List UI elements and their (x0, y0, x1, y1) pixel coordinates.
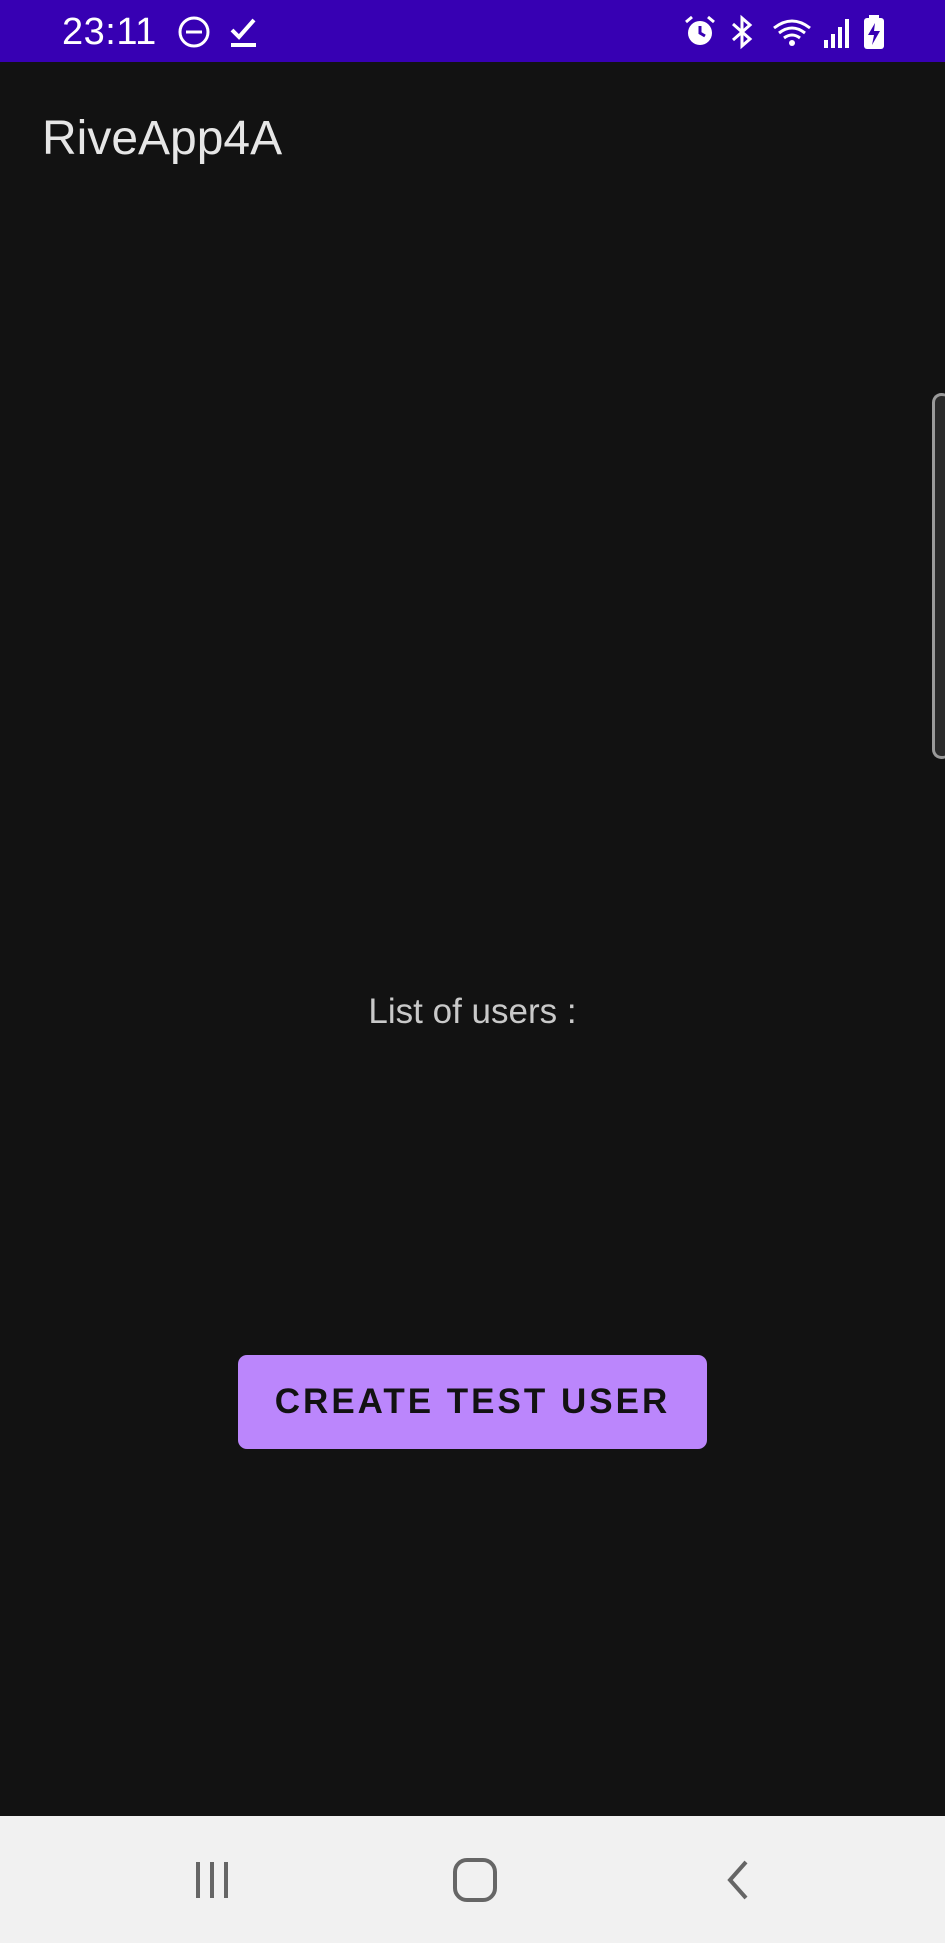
users-list-label: List of users : (368, 992, 577, 1031)
do-not-disturb-icon (178, 16, 210, 48)
recent-apps-icon (196, 1861, 228, 1898)
checkmark-icon (230, 18, 256, 47)
back-icon (727, 1860, 748, 1899)
back-button[interactable] (640, 1816, 840, 1943)
signal-icon (824, 19, 849, 48)
app-screen: 23:11 RiveApp4A List of users: CREATE T… (0, 0, 945, 1943)
status-bar: 23:11 (0, 0, 945, 62)
recent-apps-button[interactable] (112, 1816, 312, 1943)
status-time: 23:11 (62, 11, 157, 53)
bluetooth-icon (732, 14, 753, 50)
edge-panel-handle[interactable] (932, 393, 945, 759)
app-title: RiveApp4A (42, 112, 283, 165)
wifi-icon (773, 19, 811, 46)
battery-charging-icon (864, 15, 884, 49)
home-icon (453, 1857, 497, 1902)
navigation-bar (0, 1816, 945, 1943)
alarm-icon (685, 15, 715, 45)
create-test-user-button[interactable]: CREATE TEST USER (238, 1355, 707, 1449)
home-button[interactable] (375, 1816, 575, 1943)
